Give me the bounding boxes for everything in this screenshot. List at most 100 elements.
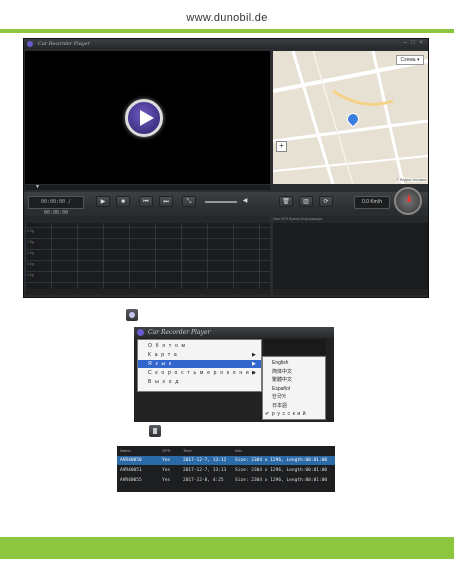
- menu-item-map[interactable]: К а р т а ▶: [138, 351, 261, 359]
- language-option[interactable]: Español: [263, 385, 325, 394]
- language-label: 한국어: [272, 394, 286, 400]
- file-name: AVR40055: [120, 478, 142, 483]
- language-option[interactable]: 日本語: [263, 402, 325, 411]
- close-icon[interactable]: ×: [418, 40, 424, 47]
- menu-title-bar: Car Recorder Player: [134, 327, 334, 338]
- file-name: AVR40050: [120, 458, 142, 463]
- column-header: Name: [120, 448, 131, 453]
- column-header: Info: [235, 448, 242, 453]
- submenu-arrow-icon: ▶: [251, 370, 257, 376]
- fullscreen-button[interactable]: ⤡: [182, 196, 196, 207]
- language-submenu: English 简体中文 繁體中文 Español 한국어 日本語 ✔ р у с…: [262, 356, 326, 420]
- table-row[interactable]: AVR40055 Yes 2017-12-8, 4:25 Size: 2304 …: [117, 476, 335, 485]
- gps-flag: Yes: [162, 468, 171, 473]
- seek-marker-icon[interactable]: ▼: [35, 185, 40, 190]
- language-option[interactable]: English: [263, 359, 325, 368]
- context-menu: О б о т о м К а р т а ▶ Я з ы к ▶ С к о р …: [137, 339, 262, 392]
- volume-icon[interactable]: ◀: [238, 196, 252, 207]
- map-panel[interactable]: Схема ▾ + © Яндекс Условия: [273, 51, 428, 184]
- menu-item-label: С к о р о с т ь м е р о к о н и ч: [148, 370, 257, 376]
- site-url: www.dunobil.de: [186, 12, 268, 24]
- play-icon[interactable]: [125, 99, 163, 137]
- menu-item-label: О б о т о м: [148, 343, 187, 349]
- compass-icon: [394, 187, 422, 215]
- minimize-icon[interactable]: –: [402, 40, 408, 47]
- top-accent-bar: [0, 29, 454, 33]
- table-row[interactable]: AVR40050 Yes 2017-12-7, 13:12 Size: 2304…: [117, 456, 335, 465]
- window-title: Car Recorder Player: [38, 41, 90, 47]
- next-button[interactable]: ⏭: [159, 196, 173, 207]
- speed-display: 0.0 Km/h: [354, 196, 390, 209]
- volume-slider[interactable]: [205, 201, 237, 203]
- language-option[interactable]: 繁體中文: [263, 376, 325, 385]
- menu-item-label: В ы х о д: [148, 379, 180, 385]
- file-time: 2017-12-7, 13:13: [183, 468, 227, 473]
- bottom-accent-bar: [0, 537, 454, 559]
- menu-item-exit[interactable]: В ы х о д: [138, 378, 261, 386]
- menu-item-label: К а р т а: [148, 352, 178, 358]
- app-logo-icon[interactable]: [27, 41, 33, 47]
- menu-item-about[interactable]: О б о т о м: [138, 342, 261, 350]
- gps-flag: Yes: [162, 458, 171, 463]
- language-label: Español: [272, 385, 291, 392]
- player-window: Car Recorder Player – □ × ▼ Схема ▾ + © …: [23, 38, 429, 298]
- graph-label: 0.5g: [27, 262, 34, 266]
- language-label: 简体中文: [272, 368, 293, 375]
- file-table: Name GPS Time Info AVR40050 Yes 2017-12-…: [117, 446, 335, 492]
- file-list-scrollbar[interactable]: [273, 289, 428, 295]
- menu-item-label: Я з ы к: [148, 361, 173, 367]
- menu-window-title: Car Recorder Player: [148, 329, 211, 336]
- maximize-icon[interactable]: □: [410, 40, 416, 47]
- play-button[interactable]: ▶: [96, 196, 110, 207]
- graph-label: 2.0g: [27, 229, 34, 233]
- submenu-arrow-icon: ▶: [251, 352, 257, 358]
- previous-button[interactable]: ⏮: [139, 196, 153, 207]
- file-info: Size: 2304 x 1296, Length:00:01:00: [235, 458, 328, 463]
- language-option-selected[interactable]: ✔ р у с с к и й: [263, 410, 325, 419]
- graph-time-header: [25, 216, 270, 223]
- file-list-panel[interactable]: Имя GPS Время Информация: [273, 216, 428, 289]
- file-info: Size: 2304 x 1296, Length:00:01:00: [235, 478, 328, 483]
- lock-button[interactable]: ▥: [299, 196, 313, 207]
- gsensor-graph: [25, 216, 270, 289]
- delete-button[interactable]: 🗑: [279, 196, 293, 207]
- submenu-arrow-icon: ▶: [251, 361, 257, 367]
- file-list-header: Имя GPS Время Информация: [273, 216, 428, 223]
- language-label: 繁體中文: [272, 377, 293, 383]
- app-logo-icon: [126, 309, 138, 321]
- rotate-button[interactable]: ⟳: [319, 196, 333, 207]
- menu-background: [264, 339, 326, 355]
- control-bar: 00:00:00 / 00:00:00 ▶ ■ ⏮ ⏭ ⤡ ◀ 🗑 ▥ ⟳ 0.…: [24, 192, 428, 216]
- file-time: 2017-12-7, 13:12: [183, 458, 227, 463]
- graph-label: 1.5g: [27, 240, 34, 244]
- title-bar[interactable]: Car Recorder Player – □ ×: [24, 39, 428, 49]
- language-label: р у с с к и й: [272, 411, 307, 417]
- menu-item-language[interactable]: Я з ы к ▶: [138, 360, 261, 368]
- map-layer-dropdown[interactable]: Схема ▾: [396, 55, 424, 65]
- timecode-display: 00:00:00 / 00:00:00: [28, 196, 84, 216]
- delete-icon: [149, 425, 161, 437]
- file-info: Size: 2304 x 1296, Length:00:01:00: [235, 468, 328, 473]
- menu-item-speed-unit[interactable]: С к о р о с т ь м е р о к о н и ч ▶: [138, 369, 261, 377]
- app-logo-icon[interactable]: [137, 329, 144, 336]
- column-header: GPS: [162, 448, 171, 453]
- zoom-in-icon[interactable]: +: [276, 141, 287, 152]
- column-header: Time: [183, 448, 192, 453]
- menu-screenshot: Car Recorder Player О б о т о м К а р т …: [134, 327, 334, 422]
- language-option[interactable]: 한국어: [263, 393, 325, 402]
- map-copyright[interactable]: © Яндекс Условия: [396, 178, 426, 182]
- graph-label: 0.0g: [27, 273, 34, 277]
- file-time: 2017-12-8, 4:25: [183, 478, 224, 483]
- graph-scrollbar[interactable]: [25, 289, 270, 295]
- language-label: 日本語: [272, 402, 288, 409]
- stop-button[interactable]: ■: [116, 196, 130, 207]
- graph-label: 1.0g: [27, 251, 34, 255]
- seek-bar[interactable]: ▼: [25, 185, 270, 190]
- video-panel[interactable]: [25, 51, 270, 184]
- checkmark-icon: ✔: [265, 411, 270, 417]
- file-name: AVR40051: [120, 468, 142, 473]
- table-row[interactable]: AVR40051 Yes 2017-12-7, 13:13 Size: 2304…: [117, 466, 335, 475]
- gps-flag: Yes: [162, 478, 171, 483]
- language-label: English: [272, 360, 289, 366]
- language-option[interactable]: 简体中文: [263, 368, 325, 377]
